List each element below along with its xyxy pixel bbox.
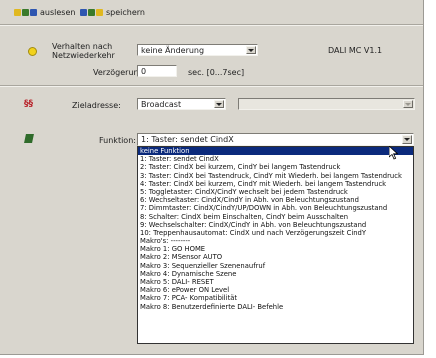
- behavior-label: Verhalten nach Netzwiederkehr: [52, 42, 115, 60]
- dropdown-option[interactable]: 9: Wechselschalter: CindX/CindY in Abh. …: [138, 221, 413, 229]
- toolbar-separator: [0, 24, 423, 26]
- chevron-down-icon[interactable]: [214, 100, 224, 108]
- dropdown-option[interactable]: 10: Treppenhausautomat: CindX und nach V…: [138, 229, 413, 237]
- save-label: speichern: [106, 8, 145, 17]
- delay-input[interactable]: 0: [137, 65, 177, 77]
- read-icon: [14, 9, 37, 16]
- cursor-icon: [389, 146, 398, 160]
- delay-unit: sec. [0...7sec]: [188, 68, 245, 77]
- dropdown-option[interactable]: 2: Taster: CindX bei kurzem, CindY bei l…: [138, 163, 413, 171]
- function-select[interactable]: 1: Taster: sendet CindX: [137, 133, 414, 146]
- dropdown-option[interactable]: 8: Schalter: CindX beim Einschalten, Cin…: [138, 213, 413, 221]
- delay-value: 0: [141, 67, 147, 76]
- target-value: Broadcast: [141, 100, 182, 109]
- dropdown-option[interactable]: 6: Wechseltaster: CindX/CindY in Abh. vo…: [138, 196, 413, 204]
- save-button[interactable]: speichern: [80, 8, 145, 17]
- dropdown-option[interactable]: Makro 5: DALI- RESET: [138, 278, 413, 286]
- target-secondary-select: [238, 98, 415, 110]
- target-select[interactable]: Broadcast: [137, 98, 226, 110]
- dropdown-option[interactable]: 4: Taster: CindX bei kurzem, CindY mit W…: [138, 180, 413, 188]
- read-button[interactable]: auslesen: [14, 8, 75, 17]
- save-icon: [80, 9, 103, 16]
- section-separator: [0, 85, 423, 87]
- dialog-panel: auslesen speichern Verhalten nach Netzwi…: [0, 0, 424, 355]
- dropdown-option[interactable]: Makro 3: Sequenzieller Szenenaufruf: [138, 262, 413, 270]
- version-label: DALI MC V1.1: [328, 46, 383, 55]
- address-icon: §§: [24, 99, 33, 109]
- read-label: auslesen: [40, 8, 76, 17]
- chevron-down-icon[interactable]: [402, 135, 412, 144]
- dropdown-option[interactable]: 3: Taster: CindX bei Tastendruck, CindY …: [138, 172, 413, 180]
- behavior-value: keine Änderung: [141, 46, 205, 55]
- dropdown-option[interactable]: Makro 7: PCA- Kompatibilität: [138, 294, 413, 302]
- function-dropdown-list[interactable]: keine Funktion 1: Taster: sendet CindX 2: …: [137, 146, 414, 344]
- dropdown-option[interactable]: Makro 1: GO HOME: [138, 245, 413, 253]
- function-value: 1: Taster: sendet CindX: [141, 135, 234, 144]
- dropdown-option[interactable]: Makro 2: MSensor AUTO: [138, 253, 413, 261]
- target-label: Zieladresse:: [72, 101, 121, 110]
- dropdown-option[interactable]: Makro 6: ePower ON Level: [138, 286, 413, 294]
- dropdown-option[interactable]: 1: Taster: sendet CindX: [138, 155, 413, 163]
- dropdown-option[interactable]: Makro 8: Benutzerdefinierte DALI- Befehl…: [138, 303, 413, 311]
- function-label: Funktion:: [99, 136, 136, 145]
- function-icon: [24, 134, 34, 143]
- lightbulb-icon: [28, 47, 37, 56]
- dropdown-option[interactable]: Makro 4: Dynamische Szene: [138, 270, 413, 278]
- dropdown-option[interactable]: 7: Dimmtaster: CindX/CindY/UP/DOWN in Ab…: [138, 204, 413, 212]
- chevron-down-icon[interactable]: [246, 46, 256, 54]
- chevron-down-icon: [403, 100, 413, 108]
- dropdown-option[interactable]: keine Funktion: [138, 147, 413, 156]
- behavior-select[interactable]: keine Änderung: [137, 44, 258, 56]
- dropdown-option[interactable]: 5: Toggletaster: CindX/CindY wechselt be…: [138, 188, 413, 196]
- dropdown-option[interactable]: Makro's: --------: [138, 237, 413, 245]
